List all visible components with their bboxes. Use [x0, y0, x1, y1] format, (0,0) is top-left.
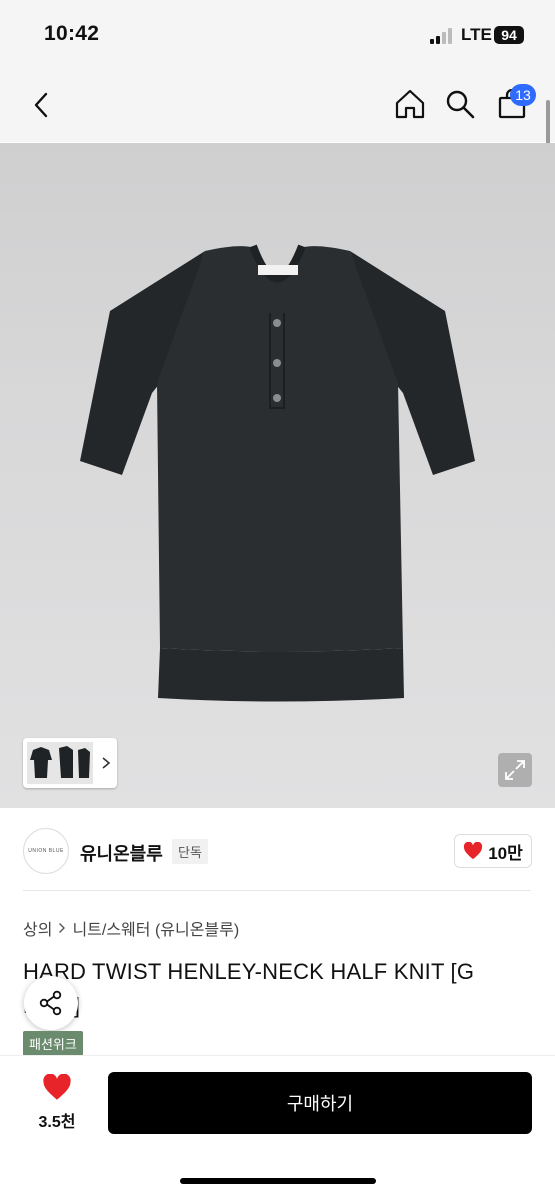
search-icon — [446, 90, 475, 119]
chevron-right-icon — [59, 923, 66, 933]
heart-icon — [464, 842, 483, 860]
event-tag: 패션위크 — [23, 1031, 83, 1056]
back-button[interactable] — [24, 88, 58, 122]
brand-like-count: 10만 — [488, 843, 523, 863]
back-icon — [34, 92, 48, 118]
cart-count-badge: 13 — [510, 84, 536, 106]
battery-indicator: 94 — [494, 26, 524, 44]
brand-name[interactable]: 유니온블루 — [80, 840, 163, 866]
wishlist-count: 3.5천 — [38, 1114, 76, 1131]
breadcrumb-item-knit[interactable]: 니트/스웨터 (유니온블루) — [72, 916, 239, 940]
home-icon — [395, 89, 425, 119]
breadcrumb-item-top[interactable]: 상의 — [23, 916, 52, 940]
brand-logo[interactable]: UNION BLUE — [23, 828, 69, 874]
divider — [23, 890, 531, 891]
signal-icon — [430, 28, 452, 44]
expand-button[interactable] — [498, 753, 532, 787]
share-button[interactable] — [24, 976, 78, 1030]
status-time: 10:42 — [44, 22, 100, 45]
search-button[interactable] — [442, 86, 478, 122]
heart-icon — [43, 1074, 71, 1100]
product-photo — [80, 244, 475, 702]
product-title: HARD TWIST HENLEY-NECK HALF KNIT [G HITE… — [23, 959, 475, 1018]
network-label: LTE — [461, 25, 492, 44]
breadcrumb: 상의 니트/스웨터 (유니온블루) — [23, 916, 239, 940]
buy-button[interactable]: 구매하기 — [108, 1072, 532, 1134]
home-button[interactable] — [392, 86, 428, 122]
brand-logo-text: UNION BLUE — [28, 848, 64, 854]
thumbnail-strip[interactable] — [23, 738, 117, 788]
product-image[interactable] — [0, 143, 555, 808]
chevron-right-icon — [102, 757, 111, 769]
expand-icon — [505, 760, 525, 780]
share-icon — [39, 990, 62, 1016]
home-indicator[interactable] — [180, 1178, 376, 1184]
exclusive-badge: 단독 — [172, 839, 208, 864]
brand-like-button[interactable]: 10만 — [454, 834, 532, 868]
